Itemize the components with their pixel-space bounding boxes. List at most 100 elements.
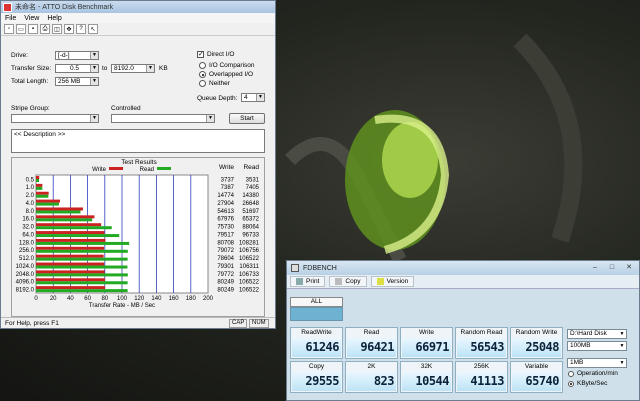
atto-app-icon	[3, 2, 12, 12]
window-title: 未命名 - ATTO Disk Benchmark	[15, 4, 114, 11]
io-comparison-radio[interactable]	[199, 62, 206, 69]
x-tick-label: 140	[151, 296, 162, 302]
read-value: 65372	[242, 217, 259, 223]
category-label: 4.0	[26, 201, 35, 207]
menu-file[interactable]: File	[5, 15, 16, 22]
help-icon[interactable]: ?	[76, 24, 86, 34]
result-cell-label: Copy	[308, 363, 325, 370]
category-label: 1.0	[26, 185, 35, 191]
print-preview-icon[interactable]: ◫	[52, 24, 62, 34]
result-cell: Read 96421	[345, 327, 398, 359]
transfer-size-to-select[interactable]: 8192.0 ▼	[111, 64, 155, 73]
atto-titlebar[interactable]: 未命名 - ATTO Disk Benchmark	[1, 1, 275, 13]
overlapped-io-label: Overlapped I/O	[209, 71, 254, 78]
question-icon	[376, 278, 384, 285]
result-cell: Copy 29555	[290, 361, 343, 393]
fdbench-title: FDBENCH	[303, 264, 337, 272]
result-cell-label: 256K	[473, 363, 490, 370]
result-cell-value: 96421	[347, 338, 396, 357]
print-button[interactable]: Print	[290, 276, 326, 287]
read-value: 108281	[239, 240, 260, 246]
save-icon[interactable]: ▪	[28, 24, 38, 34]
result-cell-label: 2K	[367, 363, 376, 370]
result-cell: Random Read 56543	[455, 327, 508, 359]
read-value: 96733	[242, 232, 259, 238]
start-button[interactable]: Start	[229, 113, 265, 124]
read-bar	[36, 186, 43, 190]
size-select[interactable]: 100MB ▼	[567, 341, 627, 351]
result-cell-value: 10544	[402, 372, 451, 391]
drive-label: Drive:	[11, 52, 28, 59]
status-bar: For Help, press F1 CAP NUM	[1, 317, 275, 328]
description-textarea[interactable]: << Description >>	[11, 129, 265, 153]
chevron-down-icon: ▼	[90, 78, 98, 85]
category-label: 128.0	[19, 240, 35, 246]
write-value: 78604	[217, 256, 234, 262]
block-select[interactable]: 1MB ▼	[567, 358, 627, 368]
read-value: 14380	[242, 193, 259, 199]
menu-view[interactable]: View	[24, 15, 39, 22]
context-help-icon[interactable]: ↖	[88, 24, 98, 34]
write-value: 75730	[217, 225, 234, 231]
read-value: 106522	[239, 256, 260, 262]
category-label: 2048.0	[16, 272, 35, 278]
category-label: 8192.0	[16, 288, 35, 294]
x-tick-label: 0	[34, 296, 38, 302]
new-file-icon[interactable]: ▫	[4, 24, 14, 34]
read-value: 106522	[239, 280, 260, 286]
tab-all-body[interactable]	[290, 307, 343, 321]
write-value: 79517	[217, 232, 234, 238]
copy-button[interactable]: Copy	[329, 276, 367, 287]
drive-select[interactable]: [-d-] ▼	[55, 51, 99, 60]
menu-help[interactable]: Help	[47, 15, 61, 22]
write-value: 14774	[217, 193, 234, 199]
read-value: 106311	[239, 264, 259, 270]
read-bar	[36, 218, 93, 222]
total-length-select[interactable]: 256 MB ▼	[55, 77, 99, 86]
operation-min-radio[interactable]	[568, 371, 574, 377]
print-icon[interactable]: ⎙	[40, 24, 50, 34]
result-cell-label: ReadWrite	[301, 329, 332, 336]
fdbench-window: FDBENCH – □ ✕ Print Copy Version ALL Rea…	[286, 260, 640, 401]
read-bar	[36, 281, 128, 285]
write-value: 79301	[217, 264, 234, 270]
transfer-size-from-select[interactable]: 0.5 ▼	[55, 64, 99, 73]
chevron-down-icon: ▼	[90, 65, 98, 72]
write-value: 27904	[217, 201, 234, 207]
operation-min-label: Operation/min	[577, 370, 618, 377]
maximize-icon[interactable]: □	[604, 263, 620, 273]
kbyte-sec-radio[interactable]	[568, 381, 574, 387]
category-label: 16.0	[22, 217, 34, 223]
tab-all[interactable]: ALL	[290, 297, 343, 307]
write-value: 67976	[217, 217, 234, 223]
result-cell-value: 29555	[292, 372, 341, 391]
status-text: For Help, press F1	[5, 320, 59, 327]
x-tick-label: 120	[134, 296, 145, 302]
x-tick-label: 100	[117, 296, 128, 302]
close-icon[interactable]: ✕	[621, 263, 637, 273]
fdbench-titlebar[interactable]: FDBENCH – □ ✕	[287, 261, 639, 275]
stripe-group-select[interactable]: ▼	[11, 114, 99, 123]
write-bar	[36, 238, 106, 242]
version-button[interactable]: Version	[370, 276, 415, 287]
minimize-icon[interactable]: –	[587, 263, 603, 273]
move-icon[interactable]: ✥	[64, 24, 74, 34]
drive-select[interactable]: D:\Hard Disk ▼	[567, 329, 627, 339]
controlled-select[interactable]: ▼	[111, 114, 215, 123]
open-folder-icon[interactable]: ▭	[16, 24, 26, 34]
x-tick-label: 200	[203, 296, 214, 302]
queue-depth-label: Queue Depth:	[197, 95, 238, 102]
kb-label: KB	[159, 65, 168, 72]
direct-io-checkbox[interactable]	[197, 50, 204, 58]
block-select-value: 1MB	[570, 359, 584, 366]
cap-indicator: CAP	[229, 319, 248, 328]
total-length-label: Total Length:	[11, 78, 49, 85]
read-column-header: Read	[243, 164, 259, 171]
chart-title: Test Results	[121, 159, 157, 166]
neither-label: Neither	[209, 80, 230, 87]
queue-depth-select[interactable]: 4 ▼	[241, 93, 265, 102]
neither-radio[interactable]	[199, 80, 206, 87]
drive-value: [-d-]	[58, 52, 70, 59]
overlapped-io-radio[interactable]	[199, 71, 206, 78]
to-label: to	[102, 65, 108, 72]
